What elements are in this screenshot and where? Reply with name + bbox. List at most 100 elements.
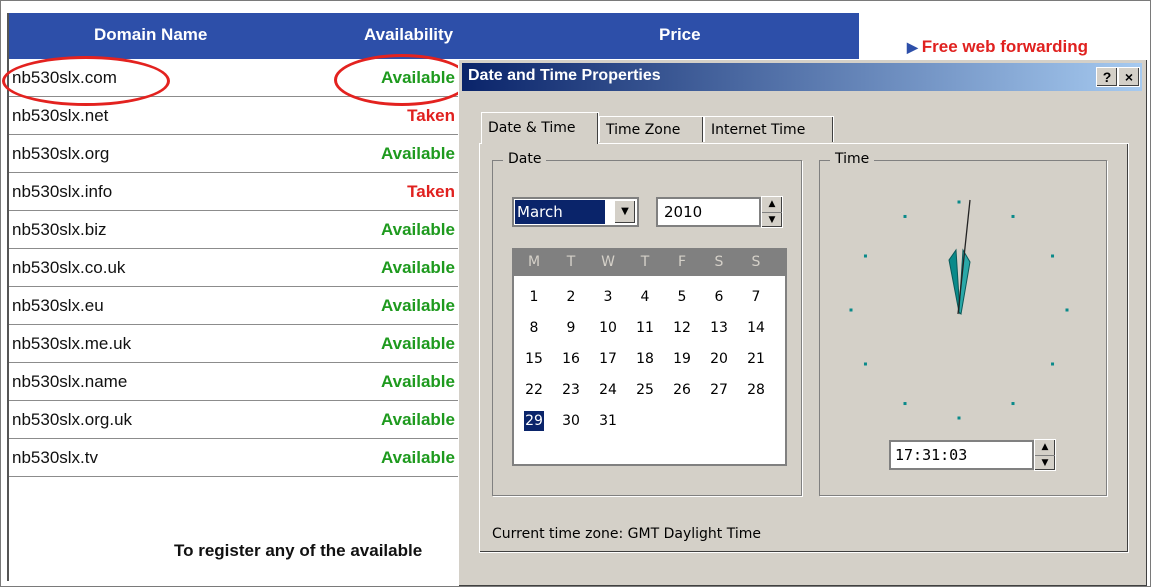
free-web-forwarding-link[interactable]: ▶ Free web forwarding <box>907 37 1088 57</box>
weekday-label: T <box>640 254 650 270</box>
dialog-titlebar[interactable]: Date and Time Properties ? × <box>462 63 1142 91</box>
clock-hour-mark <box>1065 308 1069 312</box>
register-prompt: To register any of the available <box>174 541 423 560</box>
annotation-circle-domain <box>2 56 170 106</box>
domain-name-cell: nb530slx.me.uk <box>12 334 132 353</box>
annotation-circle-availability <box>334 54 470 106</box>
calendar-day[interactable]: 9 <box>555 318 587 338</box>
date-group-label: Date <box>503 151 547 167</box>
calendar-day[interactable]: 29 <box>524 411 544 431</box>
availability-cell: Available <box>380 410 455 429</box>
domain-name-cell: nb530slx.biz <box>12 220 107 239</box>
clock-hour-mark <box>1051 362 1055 366</box>
clock-hour-mark <box>1051 254 1055 258</box>
calendar-day[interactable]: 24 <box>592 380 624 400</box>
calendar-day[interactable]: 7 <box>740 287 772 307</box>
screenshot-frame: Domain Name Availability Price nb530slx.… <box>0 0 1151 587</box>
forwarding-link-label: Free web forwarding <box>921 37 1089 56</box>
calendar-day[interactable]: 3 <box>592 287 624 307</box>
calendar-day[interactable]: 31 <box>592 411 624 431</box>
header-domain-name: Domain Name <box>94 25 208 44</box>
calendar-day[interactable]: 20 <box>703 349 735 369</box>
domain-name-cell: nb530slx.co.uk <box>12 258 126 277</box>
calendar-day[interactable]: 30 <box>555 411 587 431</box>
clock-hour-mark <box>957 416 961 420</box>
calendar-day[interactable]: 5 <box>666 287 698 307</box>
availability-cell: Available <box>380 448 455 467</box>
calendar-day[interactable]: 2 <box>555 287 587 307</box>
arrow-right-icon: ▶ <box>907 39 918 55</box>
calendar-day[interactable]: 26 <box>666 380 698 400</box>
calendar-day[interactable]: 10 <box>592 318 624 338</box>
availability-cell: Taken <box>407 182 455 201</box>
clock-hour-mark <box>903 402 907 406</box>
header-price: Price <box>659 25 701 44</box>
domain-name-cell: nb530slx.org <box>12 144 110 163</box>
domain-name-cell: nb530slx.tv <box>12 448 98 467</box>
weekday-label: T <box>566 254 576 270</box>
calendar-day[interactable]: 11 <box>629 318 661 338</box>
sidebar: ▶ Free web forwarding <box>859 13 1149 59</box>
close-button[interactable]: × <box>1118 67 1140 87</box>
calendar-day[interactable]: 4 <box>629 287 661 307</box>
tab-internet-time[interactable]: Internet Time <box>704 116 834 142</box>
dialog-title: Date and Time Properties <box>468 67 661 84</box>
calendar-day[interactable]: 22 <box>518 380 550 400</box>
calendar-day[interactable]: 14 <box>740 318 772 338</box>
calendar-day[interactable]: 1 <box>518 287 550 307</box>
domain-name-cell: nb530slx.org.uk <box>12 410 133 429</box>
availability-cell: Available <box>380 258 455 277</box>
table-header: Domain Name Availability Price <box>9 13 859 59</box>
analog-clock <box>849 199 1069 420</box>
calendar-day[interactable]: 18 <box>629 349 661 369</box>
availability-cell: Available <box>380 372 455 391</box>
clock-hour-mark <box>863 362 867 366</box>
month-calendar[interactable]: MTWTFSS 1 2 3 4 5 6 7 8 9 10 11 12 13 14 15 16 17 18 19 20 2… <box>512 248 787 466</box>
calendar-day[interactable]: 25 <box>629 380 661 400</box>
month-value: March <box>515 200 605 224</box>
clock-hour-mark <box>957 200 961 204</box>
calendar-day[interactable]: 12 <box>666 318 698 338</box>
time-group-label: Time <box>830 151 875 167</box>
clock-hour-mark <box>1011 214 1015 218</box>
spin-down-icon[interactable]: ▼ <box>1035 456 1055 471</box>
availability-cell: Taken <box>407 106 455 125</box>
time-input[interactable]: 17:31:03 <box>889 440 1034 470</box>
tab-date-time[interactable]: Date & Time <box>481 112 599 144</box>
clock-hour-mark <box>1011 402 1015 406</box>
calendar-day[interactable]: 15 <box>518 349 550 369</box>
calendar-day[interactable]: 17 <box>592 349 624 369</box>
month-select[interactable]: March ▼ <box>512 197 639 227</box>
calendar-weekday-header: MTWTFSS <box>514 250 785 276</box>
calendar-day[interactable]: 6 <box>703 287 735 307</box>
domain-name-cell: nb530slx.info <box>12 182 113 201</box>
calendar-day[interactable]: 16 <box>555 349 587 369</box>
calendar-day[interactable]: 19 <box>666 349 698 369</box>
domain-name-cell: nb530slx.net <box>12 106 109 125</box>
time-spinner[interactable]: ▲ ▼ <box>1034 439 1056 471</box>
calendar-day[interactable]: 23 <box>555 380 587 400</box>
weekday-label: F <box>677 254 687 270</box>
clock-minute-hand <box>958 248 971 316</box>
availability-cell: Available <box>380 334 455 353</box>
year-spinner[interactable]: ▲ ▼ <box>761 196 783 228</box>
calendar-day[interactable]: 8 <box>518 318 550 338</box>
calendar-day[interactable]: 27 <box>703 380 735 400</box>
chevron-down-icon[interactable]: ▼ <box>614 200 636 224</box>
current-time-zone: Current time zone: GMT Daylight Time <box>492 526 761 542</box>
spin-up-icon[interactable]: ▲ <box>762 197 782 213</box>
clock-hour-mark <box>903 214 907 218</box>
clock-hour-mark <box>863 254 867 258</box>
weekday-label: W <box>601 254 615 270</box>
calendar-day[interactable]: 13 <box>703 318 735 338</box>
tab-time-zone[interactable]: Time Zone <box>599 116 704 142</box>
header-availability: Availability <box>364 25 454 44</box>
spin-up-icon[interactable]: ▲ <box>1035 440 1055 456</box>
year-input[interactable]: 2010 <box>656 197 761 227</box>
weekday-label: S <box>751 254 761 270</box>
weekday-label: M <box>527 254 541 270</box>
spin-down-icon[interactable]: ▼ <box>762 213 782 228</box>
help-button[interactable]: ? <box>1096 67 1118 87</box>
calendar-day[interactable]: 21 <box>740 349 772 369</box>
calendar-day[interactable]: 28 <box>740 380 772 400</box>
